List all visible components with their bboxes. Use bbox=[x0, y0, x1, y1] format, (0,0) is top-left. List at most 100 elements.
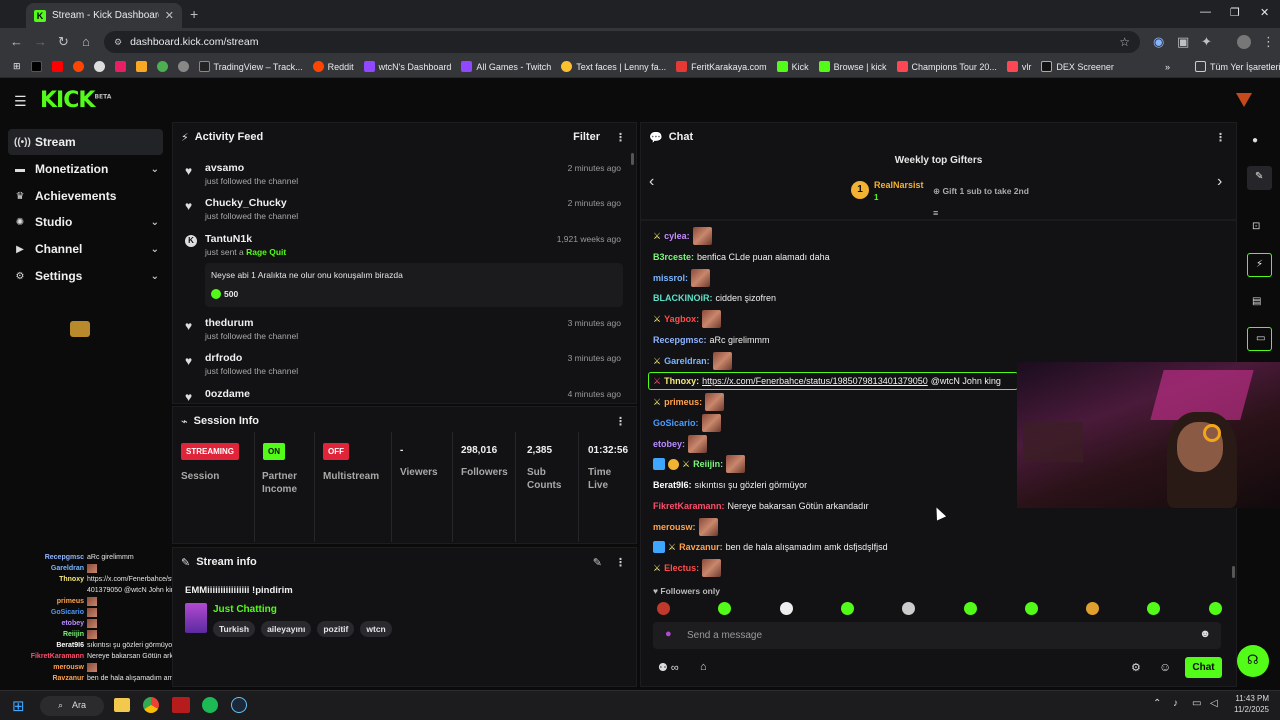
chat-username[interactable]: B3rceste: bbox=[653, 252, 694, 262]
minimize-icon[interactable]: — bbox=[1200, 6, 1211, 18]
info-icon[interactable]: ● bbox=[1252, 135, 1258, 146]
network-icon[interactable]: ▭ bbox=[1192, 698, 1201, 709]
gift-cta[interactable]: ⊕ Gift 1 sub to take 2nd bbox=[933, 186, 1029, 197]
quick-emote-icon[interactable] bbox=[657, 602, 670, 615]
chat-username[interactable]: Reiijin: bbox=[693, 459, 723, 469]
activity-username[interactable]: avsamo bbox=[205, 162, 244, 174]
chrome-icon[interactable] bbox=[143, 697, 159, 713]
kebab-menu-icon[interactable]: ⋮ bbox=[615, 556, 626, 569]
tag[interactable]: pozitif bbox=[317, 621, 355, 637]
reload-icon[interactable]: ↻ bbox=[58, 34, 69, 50]
activity-username[interactable]: TantuN1k bbox=[205, 233, 252, 245]
chevron-left-icon[interactable]: ‹ bbox=[649, 173, 654, 191]
scan-icon[interactable]: ⊡ bbox=[1252, 221, 1260, 232]
emote-picker-icon[interactable]: ☺ bbox=[1159, 660, 1171, 674]
chat-username[interactable]: GoSicario: bbox=[653, 418, 699, 428]
clipboard-icon[interactable]: ▤ bbox=[1252, 296, 1261, 307]
chat-username[interactable]: merousw: bbox=[653, 522, 696, 532]
more-bookmarks-icon[interactable]: » bbox=[1160, 62, 1175, 72]
bookmark-icon[interactable] bbox=[110, 61, 131, 72]
steam-icon[interactable] bbox=[231, 697, 247, 713]
bookmark-icon[interactable] bbox=[152, 61, 173, 72]
address-bar[interactable]: ⚙ dashboard.kick.com/stream ☆ bbox=[104, 31, 1140, 53]
chat-input[interactable]: ● Send a message ☻ bbox=[653, 622, 1221, 649]
chat-username[interactable]: primeus: bbox=[664, 397, 702, 407]
sidebar-item-stream[interactable]: ((•)) Stream bbox=[8, 129, 163, 155]
bookmark-all-games[interactable]: All Games - Twitch bbox=[456, 61, 556, 72]
chat-username[interactable]: BLACKINOiR: bbox=[653, 293, 713, 303]
filter-button[interactable]: Filter bbox=[573, 131, 600, 143]
volume-icon[interactable]: ◁ bbox=[1210, 698, 1218, 709]
bookmark-feritkarakaya[interactable]: FeritKarakaya.com bbox=[671, 61, 772, 72]
rail-chat-button[interactable]: ▭ bbox=[1247, 327, 1272, 351]
taskbar-search[interactable]: ⌕ Ara bbox=[40, 696, 104, 716]
windows-start-icon[interactable]: ⊞ bbox=[12, 697, 25, 715]
quick-emote-icon[interactable] bbox=[1086, 602, 1100, 615]
browser-menu-icon[interactable]: ⋮ bbox=[1262, 34, 1275, 50]
bookmark-dex-screener[interactable]: DEX Screener bbox=[1036, 61, 1119, 72]
points-icon[interactable]: ⚉ ∞ bbox=[658, 661, 679, 674]
tray-chevron-icon[interactable]: ⌃ bbox=[1153, 698, 1161, 709]
mic-icon[interactable]: ● bbox=[665, 628, 672, 640]
bookmark-x-icon[interactable] bbox=[26, 61, 47, 72]
quick-emote-icon[interactable] bbox=[1024, 602, 1038, 615]
chat-username[interactable]: cylea: bbox=[664, 231, 690, 241]
bookmark-icon[interactable] bbox=[89, 61, 110, 72]
bookmark-champions-tour[interactable]: Champions Tour 20... bbox=[892, 61, 1002, 72]
chat-username[interactable]: etobey: bbox=[653, 439, 685, 449]
site-info-icon[interactable]: ⚙ bbox=[114, 37, 122, 48]
tag[interactable]: aileyayını bbox=[261, 621, 312, 637]
tag[interactable]: wtcn bbox=[360, 621, 392, 637]
activity-username[interactable]: Chucky_Chucky bbox=[205, 197, 287, 209]
kebab-menu-icon[interactable]: ⋮ bbox=[615, 131, 626, 144]
extension-icon[interactable]: ◉ bbox=[1153, 34, 1164, 50]
chat-settings-icon[interactable]: ⚙ bbox=[1131, 661, 1141, 674]
bookmark-icon[interactable] bbox=[131, 61, 152, 72]
kebab-menu-icon[interactable]: ⋮ bbox=[1215, 131, 1226, 144]
file-explorer-icon[interactable] bbox=[114, 698, 130, 712]
activity-username[interactable]: thedurum bbox=[205, 317, 253, 329]
spotify-icon[interactable] bbox=[202, 697, 218, 713]
app-icon[interactable] bbox=[172, 697, 190, 713]
chevron-right-icon[interactable]: › bbox=[1217, 173, 1222, 191]
activity-username[interactable]: drfrodo bbox=[205, 352, 242, 364]
emoji-icon[interactable]: ☻ bbox=[1199, 628, 1211, 640]
extensions-puzzle-icon[interactable]: ✦ bbox=[1201, 34, 1212, 50]
quick-emote-icon[interactable] bbox=[840, 602, 854, 615]
chat-username[interactable]: Electus: bbox=[664, 563, 699, 573]
home-icon[interactable]: ⌂ bbox=[82, 34, 90, 49]
close-window-icon[interactable]: ✕ bbox=[1260, 6, 1269, 19]
bookmark-vlr[interactable]: vlr bbox=[1002, 61, 1037, 72]
bookmark-text-faces[interactable]: Text faces | Lenny fa... bbox=[556, 61, 671, 72]
bookmark-globe-icon[interactable] bbox=[173, 61, 194, 72]
user-avatar-icon[interactable] bbox=[1236, 93, 1252, 107]
support-button[interactable]: ☊ bbox=[1237, 645, 1269, 677]
rail-edit-button[interactable]: ✎ bbox=[1247, 166, 1272, 190]
new-tab-icon[interactable]: + bbox=[190, 6, 198, 22]
kebab-menu-icon[interactable]: ⋮ bbox=[615, 415, 626, 428]
hamburger-menu-icon[interactable]: ☰ bbox=[14, 93, 27, 110]
bookmark-kick[interactable]: Kick bbox=[772, 61, 814, 72]
chat-username[interactable]: missrol: bbox=[653, 273, 688, 283]
tag[interactable]: Turkish bbox=[213, 621, 256, 637]
quick-emote-icon[interactable] bbox=[1208, 602, 1222, 615]
send-chat-button[interactable]: Chat bbox=[1185, 657, 1222, 678]
browser-tab[interactable]: K Stream - Kick Dashboard ✕ bbox=[26, 3, 182, 28]
bookmark-reddit-icon[interactable] bbox=[68, 61, 89, 72]
chat-username[interactable]: Ravzanur: bbox=[679, 542, 723, 552]
sidebar-item-channel[interactable]: ▶ Channel ⌄ bbox=[8, 236, 163, 262]
edit-icon[interactable]: ✎ bbox=[593, 556, 602, 569]
activity-username[interactable]: 0ozdame bbox=[205, 388, 250, 400]
chat-username[interactable]: Gareldran: bbox=[664, 356, 710, 366]
bookmark-reddit[interactable]: Reddit bbox=[308, 61, 359, 72]
quick-emote-icon[interactable] bbox=[963, 602, 977, 615]
maximize-icon[interactable]: ❐ bbox=[1230, 6, 1240, 19]
cast-icon[interactable]: ▣ bbox=[1177, 34, 1189, 50]
pin-icon[interactable]: ≡ bbox=[933, 208, 938, 218]
kick-logo[interactable]: KICKBETA bbox=[40, 88, 111, 113]
scrollbar-thumb[interactable] bbox=[631, 153, 634, 165]
quick-emote-icon[interactable] bbox=[779, 602, 793, 615]
chat-username[interactable]: Yagbox: bbox=[664, 314, 699, 324]
chat-username[interactable]: FikretKaramann: bbox=[653, 501, 725, 511]
sidebar-item-studio[interactable]: ✺ Studio ⌄ bbox=[8, 209, 163, 235]
